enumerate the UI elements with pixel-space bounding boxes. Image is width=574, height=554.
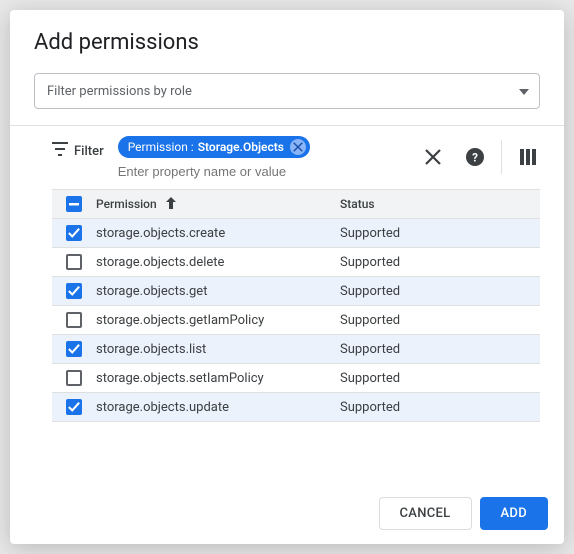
permission-cell: storage.objects.update [96, 400, 229, 415]
column-settings-button[interactable] [516, 145, 540, 169]
table-row: storage.objects.update Supported [52, 393, 540, 422]
dialog-title: Add permissions [10, 30, 564, 73]
row-checkbox[interactable] [66, 399, 82, 415]
chip-remove-icon[interactable] [290, 139, 306, 155]
filter-by-role-select[interactable]: Filter permissions by role [34, 73, 540, 109]
column-header-permission[interactable]: Permission [96, 197, 157, 211]
filter-chip-area: Permission : Storage.Objects [118, 130, 409, 181]
clear-filter-button[interactable] [421, 145, 445, 169]
cancel-button[interactable]: Cancel [379, 497, 472, 530]
row-checkbox[interactable] [66, 225, 82, 241]
filter-label: Filter [74, 144, 104, 159]
svg-text:?: ? [472, 151, 478, 165]
row-checkbox[interactable] [66, 283, 82, 299]
status-cell: Supported [340, 313, 400, 328]
dialog-footer: Cancel Add [10, 483, 564, 544]
sort-asc-icon[interactable] [163, 195, 179, 214]
permission-cell: storage.objects.setIamPolicy [96, 371, 264, 386]
status-cell: Supported [340, 226, 400, 241]
permission-cell: storage.objects.list [96, 342, 206, 357]
permission-cell: storage.objects.getIamPolicy [96, 313, 264, 328]
permission-cell: storage.objects.delete [96, 255, 224, 270]
chip-value: Storage.Objects [198, 140, 284, 154]
add-button[interactable]: Add [480, 497, 549, 530]
column-header-status[interactable]: Status [340, 197, 375, 211]
table-row: storage.objects.list Supported [52, 335, 540, 364]
add-permissions-dialog: Add permissions Filter permissions by ro… [10, 10, 564, 544]
help-button[interactable]: ? [463, 145, 487, 169]
dropdown-icon [519, 84, 529, 99]
chip-key: Permission : [128, 140, 194, 154]
row-checkbox[interactable] [66, 341, 82, 357]
filter-chip[interactable]: Permission : Storage.Objects [118, 136, 310, 158]
row-checkbox[interactable] [66, 312, 82, 328]
status-cell: Supported [340, 255, 400, 270]
table-header-row: Permission Status [52, 190, 540, 219]
permission-cell: storage.objects.create [96, 226, 225, 241]
permission-cell: storage.objects.get [96, 284, 207, 299]
filter-toolbar: Filter Permission : Storage.Objects ? [10, 125, 564, 181]
table-row: storage.objects.create Supported [52, 219, 540, 248]
table-row: storage.objects.getIamPolicy Supported [52, 306, 540, 335]
divider [501, 140, 502, 174]
status-cell: Supported [340, 400, 400, 415]
filter-icon [52, 142, 68, 160]
status-cell: Supported [340, 284, 400, 299]
filter-input[interactable] [118, 162, 409, 181]
status-cell: Supported [340, 371, 400, 386]
row-checkbox[interactable] [66, 254, 82, 270]
filter-by-role-placeholder: Filter permissions by role [47, 84, 192, 99]
permissions-table: Permission Status storage.objects.create… [52, 189, 540, 422]
select-all-checkbox[interactable] [66, 196, 82, 212]
table-row: storage.objects.setIamPolicy Supported [52, 364, 540, 393]
filter-button[interactable]: Filter [52, 130, 104, 160]
status-cell: Supported [340, 342, 400, 357]
row-checkbox[interactable] [66, 370, 82, 386]
table-row: storage.objects.get Supported [52, 277, 540, 306]
table-row: storage.objects.delete Supported [52, 248, 540, 277]
